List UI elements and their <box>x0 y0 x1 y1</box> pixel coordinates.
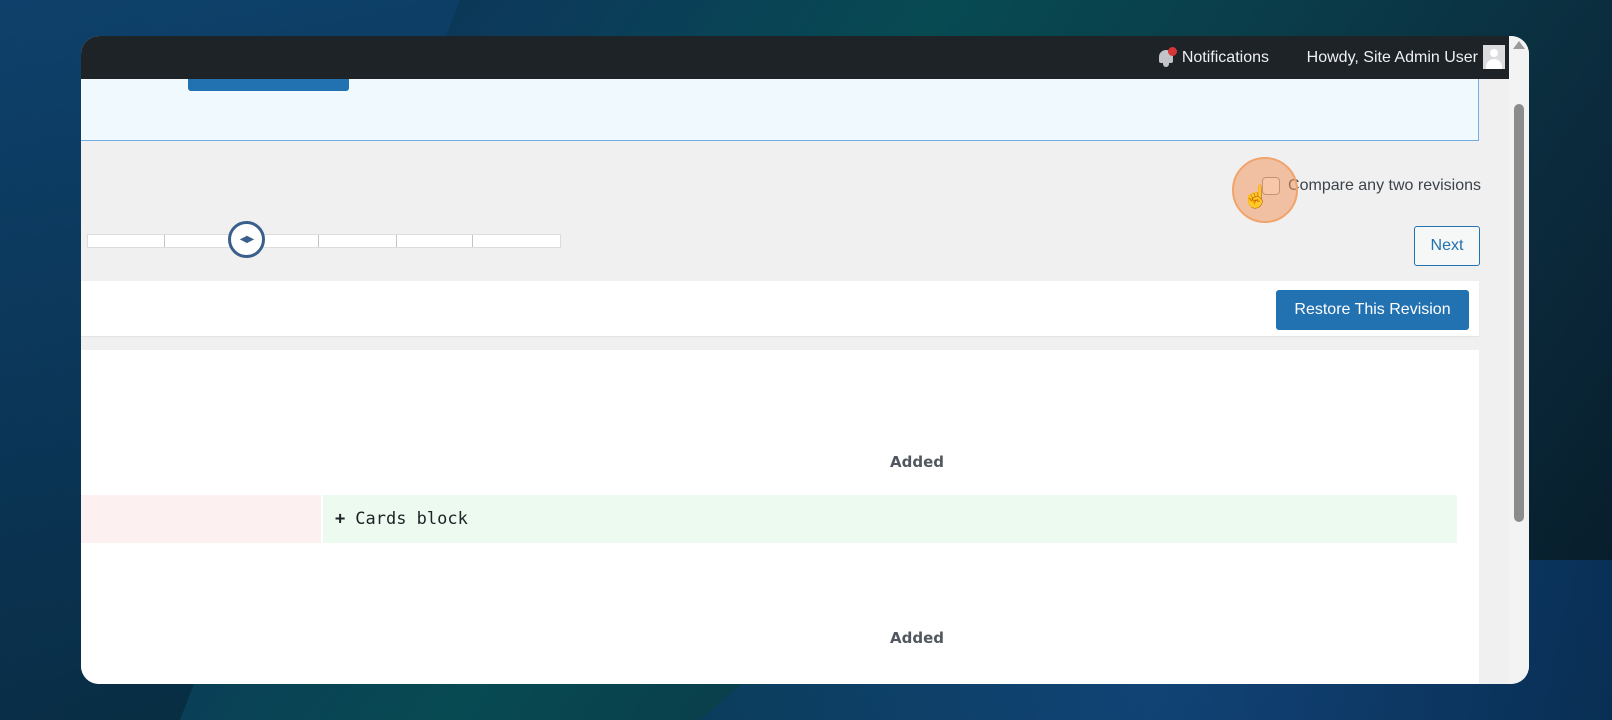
vertical-scrollbar[interactable] <box>1509 36 1529 684</box>
arrows-left-right-icon: ◀▶ <box>239 234 254 245</box>
user-menu[interactable]: Howdy, Site Admin User <box>1307 36 1478 79</box>
restore-revision-button[interactable]: Restore This Revision <box>1276 290 1469 330</box>
diff-deleted-cell <box>81 495 321 543</box>
bell-icon <box>1158 46 1177 68</box>
diff-header: Added <box>890 453 944 471</box>
notifications-menu[interactable]: Notifications <box>1158 36 1269 79</box>
diff-added-text: Cards block <box>355 509 468 529</box>
revision-header: Restore This Revision <box>81 281 1479 336</box>
slider-tick <box>472 235 473 247</box>
admin-bar: Notifications Howdy, Site Admin User <box>81 36 1509 79</box>
slider-tick <box>396 235 397 247</box>
next-button[interactable]: Next <box>1414 226 1480 266</box>
slider-tick <box>164 235 165 247</box>
diff-added-cell: + Cards block <box>323 495 1457 543</box>
notifications-label: Notifications <box>1181 48 1269 66</box>
compare-label: Compare any two revisions <box>1288 177 1481 194</box>
slider-handle[interactable]: ◀▶ <box>228 221 265 258</box>
plus-icon: + <box>335 509 346 529</box>
slider-tick <box>318 235 319 247</box>
revision-slider[interactable] <box>87 234 561 248</box>
diff-header: Added <box>890 629 944 647</box>
avatar[interactable] <box>1483 45 1505 69</box>
browser-window: Notifications Howdy, Site Admin User Com… <box>81 36 1529 684</box>
howdy-label: Howdy, Site Admin User <box>1306 48 1478 66</box>
pointer-hand-icon: ☝ <box>1242 184 1270 209</box>
scroll-up-icon[interactable] <box>1513 41 1525 49</box>
notice-button[interactable] <box>188 79 349 91</box>
diff-panel: Added + Cards block Added <box>81 350 1479 684</box>
